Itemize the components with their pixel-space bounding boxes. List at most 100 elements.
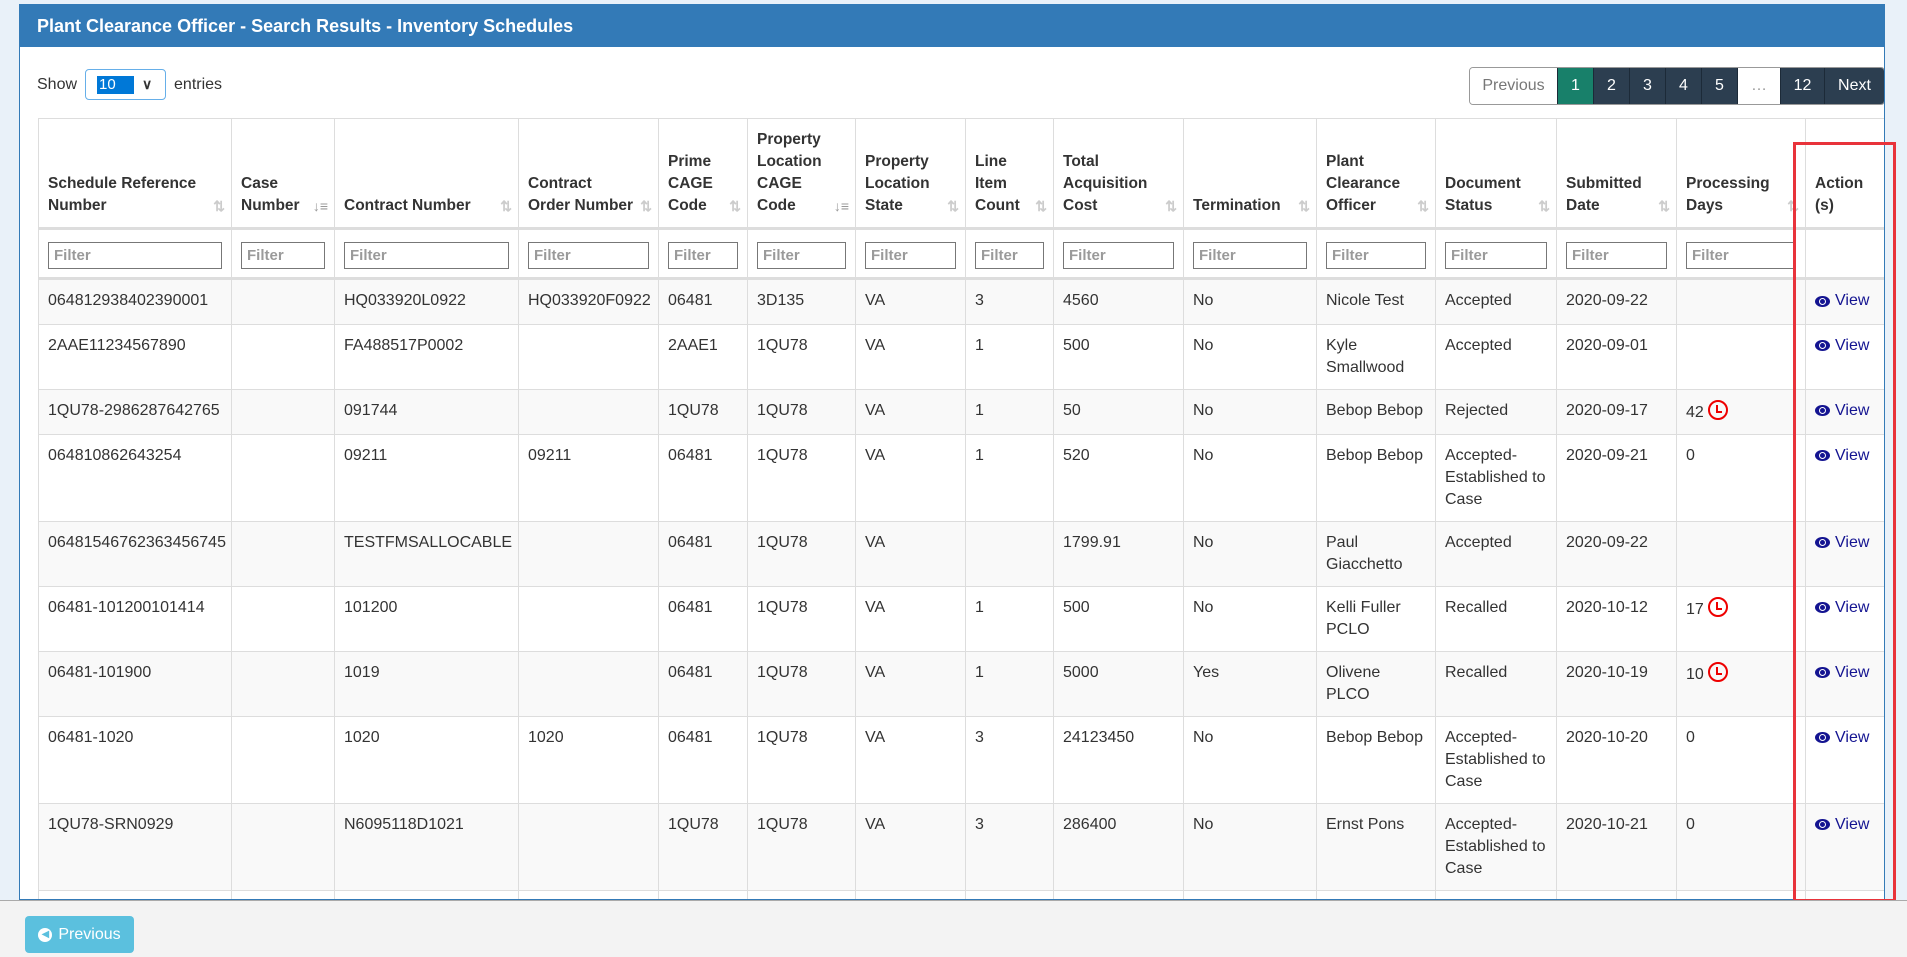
cell-schedule-reference-number: 2AAE11234567890: [38, 323, 232, 390]
column-header-total-acquisition-cost[interactable]: Total Acquisition Cost ⇅: [1053, 118, 1184, 230]
cell-value: 09211: [344, 446, 388, 464]
filter-input-line-item-count[interactable]: [975, 242, 1044, 269]
sort-icon[interactable]: ↓≡: [313, 195, 328, 217]
cell-value: No: [1193, 292, 1214, 309]
sort-icon[interactable]: ⇅: [1417, 195, 1429, 217]
filter-input-document-status[interactable]: [1445, 242, 1547, 269]
column-header-prime-cage-code[interactable]: Prime CAGE Code ⇅: [658, 118, 748, 230]
page-3[interactable]: 3: [1629, 68, 1665, 104]
column-header-contract-number[interactable]: Contract Number ⇅: [334, 118, 519, 230]
cell-contract-number: TESTFMSALLOCABLE: [334, 520, 519, 587]
page-12[interactable]: 12: [1780, 68, 1824, 104]
cell-submitted-date: 2020-09-22: [1556, 520, 1677, 587]
page-5[interactable]: 5: [1701, 68, 1737, 104]
column-header-property-location-state[interactable]: Property Location State ⇅: [855, 118, 966, 230]
sort-icon[interactable]: ⇅: [1165, 195, 1177, 217]
cell-value: 09211: [528, 446, 572, 464]
cell-schedule-reference-number: 064812938402390001: [38, 278, 232, 325]
filter-input-prime-cage-code[interactable]: [668, 242, 738, 269]
previous-button[interactable]: ◀ Previous: [25, 916, 134, 953]
sort-icon[interactable]: ⇅: [1538, 195, 1550, 217]
cell-case-number: [231, 323, 335, 390]
view-link[interactable]: View: [1815, 727, 1869, 749]
filter-input-total-acquisition-cost[interactable]: [1063, 242, 1174, 269]
sort-icon[interactable]: ⇅: [947, 195, 959, 217]
filter-input-property-location-cage-code[interactable]: [757, 242, 846, 269]
filter-input-case-number[interactable]: [241, 242, 325, 269]
filter-input-schedule-reference-number[interactable]: [48, 242, 222, 269]
view-link[interactable]: View: [1815, 445, 1869, 467]
table-row: 06481-101900 1019 06481 1QU78 VA 1 5000 Yes Oliv…: [38, 650, 1884, 717]
action-label: View: [1835, 401, 1870, 419]
cell-value: HQ033920L0922: [344, 292, 466, 309]
column-header-contract-order-number[interactable]: Contract Order Number ⇅: [518, 118, 659, 230]
cell-property-location-cage-code: 1QU78: [747, 433, 856, 522]
column-header-termination[interactable]: Termination ⇅: [1183, 118, 1317, 230]
cell-value: 1QU78: [757, 336, 808, 354]
cell-value: Accepted: [1445, 336, 1512, 354]
cell-contract-number: 1020: [334, 715, 519, 804]
cell-value: Accepted-Established to Case: [1445, 728, 1546, 790]
sort-icon[interactable]: ⇅: [1787, 195, 1799, 217]
cell-total-acquisition-cost: 500: [1053, 323, 1184, 390]
sort-icon[interactable]: ⇅: [729, 195, 741, 217]
cell-termination: No: [1183, 433, 1317, 522]
cell-value: 2020-09-01: [1566, 336, 1648, 354]
column-header-submitted-date[interactable]: Submitted Date ⇅: [1556, 118, 1677, 230]
view-link[interactable]: View: [1815, 597, 1869, 619]
filter-input-submitted-date[interactable]: [1566, 242, 1667, 269]
cell-plant-clearance-officer: Bebop Bebop: [1316, 715, 1436, 804]
cell-value: 1QU78: [757, 598, 808, 616]
cell-action-s: View: [1805, 323, 1884, 390]
column-header-line-item-count[interactable]: Line Item Count ⇅: [965, 118, 1054, 230]
page-2[interactable]: 2: [1593, 68, 1629, 104]
sort-icon[interactable]: ⇅: [1298, 195, 1310, 217]
pagination-next[interactable]: Next: [1824, 68, 1884, 104]
column-header-document-status[interactable]: Document Status ⇅: [1435, 118, 1557, 230]
view-link[interactable]: View: [1815, 814, 1869, 836]
view-link[interactable]: View: [1815, 335, 1869, 357]
column-header-plant-clearance-officer[interactable]: Plant Clearance Officer ⇅: [1316, 118, 1436, 230]
column-header-processing-days[interactable]: Processing Days ⇅: [1676, 118, 1806, 230]
cell-value: 500: [1063, 336, 1090, 354]
page-1[interactable]: 1: [1557, 68, 1593, 104]
sort-icon[interactable]: ↓≡: [834, 195, 849, 217]
filter-input-processing-days[interactable]: [1686, 242, 1796, 269]
sort-icon[interactable]: ⇅: [640, 195, 652, 217]
view-link[interactable]: View: [1815, 662, 1869, 684]
filter-input-plant-clearance-officer[interactable]: [1326, 242, 1426, 269]
sort-icon[interactable]: ⇅: [500, 195, 512, 217]
filter-input-contract-number[interactable]: [344, 242, 509, 269]
cell-value: 3D135: [757, 292, 805, 309]
page-4[interactable]: 4: [1665, 68, 1701, 104]
cell-value: 2020-09-17: [1566, 401, 1648, 419]
cell-document-status: Accepted-Established to Case: [1435, 802, 1557, 891]
column-header-property-location-cage-code[interactable]: Property Location CAGE Code ↓≡: [747, 118, 856, 230]
view-link[interactable]: View: [1815, 290, 1869, 312]
cell-value: 06481-101900: [48, 663, 152, 681]
cell-submitted-date: 2020-10-19: [1556, 650, 1677, 717]
cell-value: 2020-10-21: [1566, 815, 1648, 833]
sort-icon[interactable]: ⇅: [213, 195, 225, 217]
cell-contract-order-number: 1020: [518, 715, 659, 804]
cell-submitted-date: 2020-09-17: [1556, 388, 1677, 435]
sort-icon[interactable]: ⇅: [1658, 195, 1670, 217]
cell-prime-cage-code: 06481: [658, 433, 748, 522]
pagination-previous[interactable]: Previous: [1470, 68, 1557, 104]
filter-input-property-location-state[interactable]: [865, 242, 956, 269]
cell-case-number: [231, 520, 335, 587]
view-link[interactable]: View: [1815, 532, 1869, 554]
cell-prime-cage-code: 06481: [658, 585, 748, 652]
column-header-label: Submitted Date: [1566, 175, 1642, 214]
column-header-schedule-reference-number[interactable]: Schedule Reference Number ⇅: [38, 118, 232, 230]
cell-value: Recalled: [1445, 598, 1508, 616]
entries-select[interactable]: 10 ∨: [85, 69, 167, 100]
cell-value: FA488517P0002: [344, 336, 464, 354]
view-link[interactable]: View: [1815, 400, 1869, 422]
column-header-case-number[interactable]: Case Number ↓≡: [231, 118, 335, 230]
cell-value: TESTFMSALLOCABLE: [344, 533, 513, 551]
sort-icon[interactable]: ⇅: [1035, 195, 1047, 217]
filter-input-contract-order-number[interactable]: [528, 242, 649, 269]
cell-case-number: [231, 585, 335, 652]
filter-input-termination[interactable]: [1193, 242, 1307, 269]
